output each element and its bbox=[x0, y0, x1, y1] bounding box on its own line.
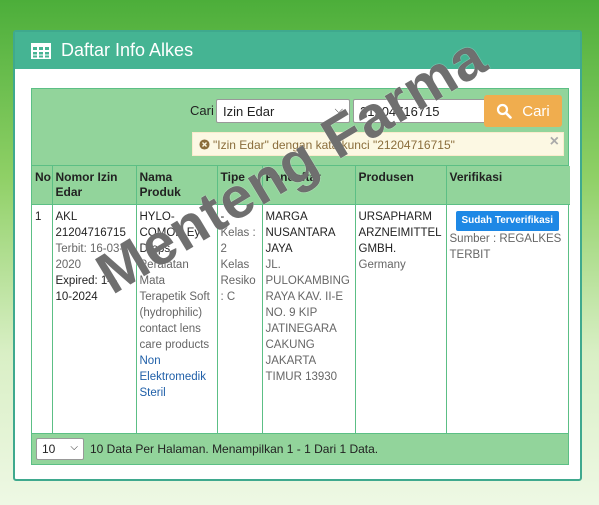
alert-close-button[interactable]: × bbox=[550, 133, 559, 151]
search-field-value: Izin Edar bbox=[223, 104, 275, 119]
search-label: Cari bbox=[190, 103, 214, 118]
header-pendaftar: Pendaftar bbox=[262, 166, 356, 205]
tipe-resiko: Kelas Resiko : C bbox=[220, 259, 256, 303]
info-alkes-panel: Daftar Info Alkes Cari Izin Edar ⌵ 21204… bbox=[13, 30, 582, 481]
header-verifikasi: Verifikasi bbox=[446, 166, 570, 205]
status-badge: Sudah Terverifikasi bbox=[455, 211, 560, 231]
search-icon bbox=[497, 103, 513, 119]
izin-number: AKL 21204716715 bbox=[55, 211, 126, 239]
table-container: Cari Izin Edar ⌵ 21204716715 Cari "Izin … bbox=[31, 88, 570, 465]
alert-text: "Izin Edar" dengan kata kunci "212047167… bbox=[213, 138, 455, 152]
pendaftar-address: JL. PULOKAMBING RAYA KAV. II-E NO. 9 KIP… bbox=[265, 259, 350, 383]
pendaftar-name: MARGA NUSANTARA JAYA bbox=[265, 211, 335, 255]
panel-title: Daftar Info Alkes bbox=[61, 40, 194, 60]
produsen-name: URSAPHARM ARZNEIMITTEL GMBH. bbox=[358, 211, 442, 255]
table-header-row: No Nomor Izin Edar Nama Produk Tipe Pend… bbox=[32, 166, 570, 205]
search-field-select[interactable]: Izin Edar ⌵ bbox=[216, 99, 350, 123]
table-row: 1 AKL 21204716715 Terbit: 16-03-2020 Exp… bbox=[32, 204, 570, 436]
page-size-select[interactable]: 10 ⌵ bbox=[36, 438, 84, 460]
verifikasi-source: Sumber : REGALKES TERBIT bbox=[449, 233, 562, 261]
izin-terbit: Terbit: 16-03-2020 bbox=[55, 243, 124, 271]
search-alert: "Izin Edar" dengan kata kunci "212047167… bbox=[192, 132, 564, 156]
table-grid-icon bbox=[31, 42, 51, 59]
search-button-label: Cari bbox=[522, 102, 550, 120]
pagination-bar: 10 ⌵ 10 Data Per Halaman. Menampilkan 1 … bbox=[32, 433, 568, 464]
page-size-value: 10 bbox=[42, 442, 56, 456]
cell-pendaftar: MARGA NUSANTARA JAYA JL. PULOKAMBING RAY… bbox=[262, 204, 356, 436]
chevron-down-icon: ⌵ bbox=[334, 104, 343, 116]
header-no: No bbox=[32, 166, 53, 205]
cell-izin: AKL 21204716715 Terbit: 16-03-2020 Expir… bbox=[52, 204, 137, 436]
times-circle-icon bbox=[199, 139, 210, 150]
cell-no: 1 bbox=[32, 204, 53, 436]
produk-category: Non Elektromedik Steril bbox=[139, 355, 206, 399]
produk-name: HYLO-COMOD Eye Drops bbox=[139, 211, 207, 255]
panel-header: Daftar Info Alkes bbox=[15, 32, 580, 69]
search-button[interactable]: Cari bbox=[484, 95, 562, 127]
cell-tipe: - Kelas : 2 Kelas Resiko : C bbox=[217, 204, 263, 436]
cell-produk: HYLO-COMOD Eye Drops Peralatan Mata Tera… bbox=[136, 204, 218, 436]
tipe-dash: - bbox=[220, 211, 225, 223]
cell-produsen: URSAPHARM ARZNEIMITTEL GMBH. Germany bbox=[355, 204, 447, 436]
alkes-table: No Nomor Izin Edar Nama Produk Tipe Pend… bbox=[32, 166, 570, 436]
header-nama-produk: Nama Produk bbox=[136, 166, 218, 205]
produk-desc: Peralatan Mata Terapetik Soft (hydrophil… bbox=[139, 259, 210, 351]
header-tipe: Tipe bbox=[217, 166, 263, 205]
header-produsen: Produsen bbox=[355, 166, 447, 205]
produsen-country: Germany bbox=[358, 259, 406, 271]
search-bar: Cari Izin Edar ⌵ 21204716715 Cari "Izin … bbox=[32, 89, 568, 166]
tipe-kelas: Kelas : 2 bbox=[220, 227, 256, 255]
chevron-down-icon: ⌵ bbox=[70, 442, 78, 453]
cell-verifikasi: Sudah Terverifikasi Sumber : REGALKES TE… bbox=[446, 205, 570, 436]
header-nomor-izin-edar: Nomor Izin Edar bbox=[52, 166, 137, 205]
izin-expired: Expired: 14-10-2024 bbox=[55, 275, 118, 303]
pagination-info: 10 Data Per Halaman. Menampilkan 1 - 1 D… bbox=[90, 442, 379, 456]
search-input[interactable]: 21204716715 bbox=[353, 99, 489, 123]
